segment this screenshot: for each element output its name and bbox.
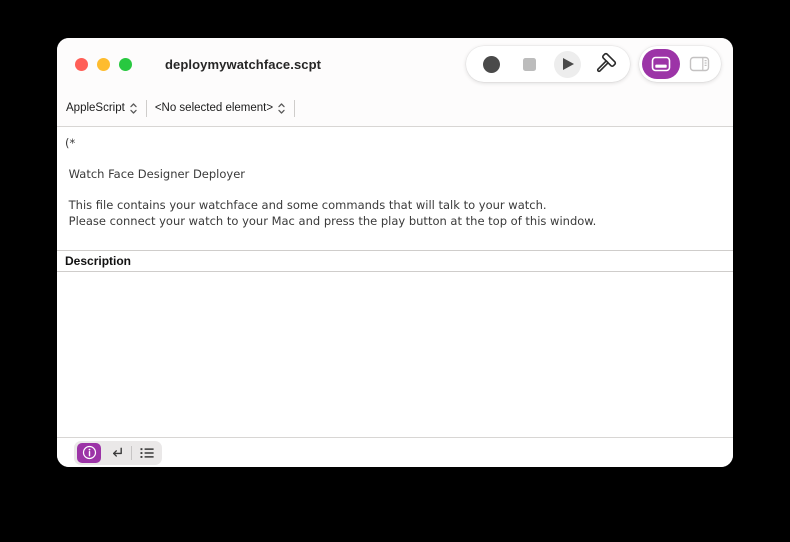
navbar-separator (146, 100, 147, 117)
titlebar: deploymywatchface.scpt (57, 38, 733, 90)
window-title: deploymywatchface.scpt (165, 57, 321, 72)
record-button[interactable] (472, 46, 510, 82)
description-content-area[interactable] (57, 272, 733, 437)
description-section-header: Description (57, 250, 733, 272)
stop-button[interactable] (510, 46, 548, 82)
result-tab-button[interactable] (104, 443, 128, 463)
log-tab-button[interactable] (135, 443, 159, 463)
view-toggle-group (639, 46, 721, 82)
chevron-up-down-icon (129, 102, 138, 115)
script-editor-text-area[interactable]: (* Watch Face Designer Deployer This fil… (57, 127, 733, 250)
show-sidebar-button[interactable] (680, 49, 718, 79)
script-controls-group (466, 46, 630, 82)
navbar-separator (294, 100, 295, 117)
panel-bottom-icon (651, 56, 671, 72)
bottom-tab-separator (131, 446, 132, 460)
chevron-up-down-icon (277, 102, 286, 115)
panel-right-icon (689, 56, 710, 72)
description-header-label: Description (65, 254, 131, 268)
element-popup[interactable]: <No selected element> (155, 102, 286, 115)
hammer-icon (592, 51, 618, 77)
script-editor-window: deploymywatchface.scpt (57, 38, 733, 467)
record-icon (483, 56, 500, 73)
minimize-window-button[interactable] (97, 58, 110, 71)
description-tab-button[interactable] (77, 443, 101, 463)
navigation-bar: AppleScript <No selected element> (57, 90, 733, 127)
zoom-window-button[interactable] (119, 58, 132, 71)
info-circle-icon (82, 445, 97, 460)
language-popup-label: AppleScript (66, 102, 125, 114)
play-icon (554, 51, 581, 78)
run-button[interactable] (548, 46, 586, 82)
stop-icon (523, 58, 536, 71)
bottom-bar (57, 437, 733, 467)
traffic-lights (75, 58, 132, 71)
language-popup[interactable]: AppleScript (66, 102, 138, 115)
bottom-tab-group (74, 441, 162, 465)
return-arrow-icon (109, 445, 124, 460)
bulleted-list-icon (139, 446, 155, 460)
close-window-button[interactable] (75, 58, 88, 71)
element-popup-label: <No selected element> (155, 102, 273, 114)
compile-button[interactable] (586, 46, 624, 82)
show-bottom-bar-button[interactable] (642, 49, 680, 79)
